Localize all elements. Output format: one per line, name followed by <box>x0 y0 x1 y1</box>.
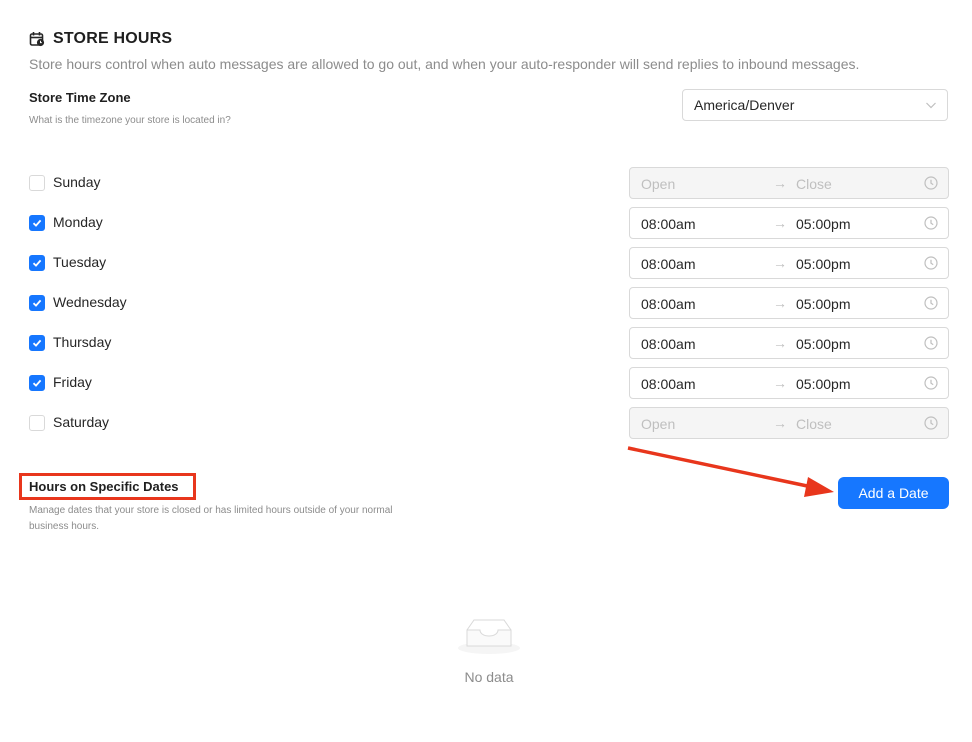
empty-state-label: No data <box>464 669 514 685</box>
empty-inbox-icon <box>458 619 520 654</box>
add-date-button[interactable]: Add a Date <box>838 477 949 509</box>
empty-state: No data <box>440 614 538 685</box>
